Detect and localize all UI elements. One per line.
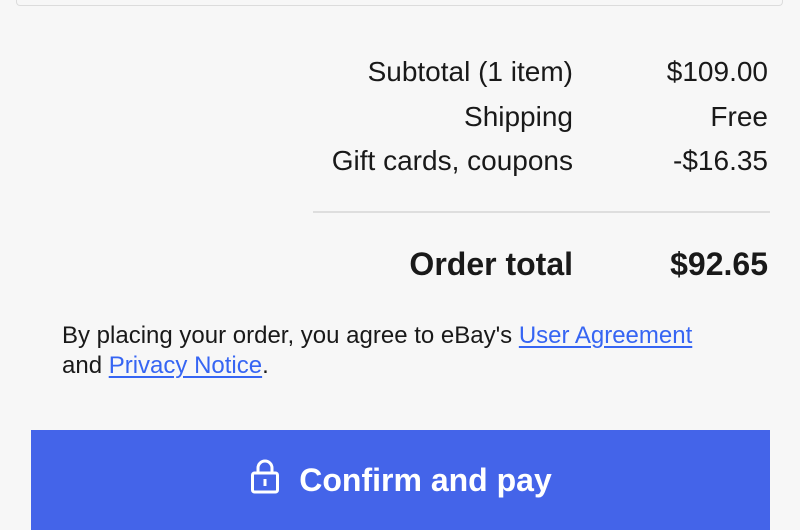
discounts-value: -$16.35 — [673, 145, 768, 176]
subtotal-value: $109.00 — [666, 56, 768, 87]
shipping-label: Shipping — [464, 100, 573, 132]
confirm-and-pay-button[interactable]: Confirm and pay — [31, 430, 770, 530]
previous-section-card — [16, 0, 783, 6]
shipping-value: Free — [710, 100, 768, 132]
summary-divider — [313, 211, 770, 213]
summary-row-subtotal: Subtotal (1 item) $109.00 — [300, 50, 770, 95]
subtotal-label: Subtotal (1 item) — [367, 56, 573, 87]
legal-text-middle: and — [62, 352, 109, 379]
lock-icon — [249, 458, 281, 494]
order-total-value: $92.65 — [670, 246, 768, 282]
order-total-label: Order total — [409, 246, 573, 282]
order-summary: Subtotal (1 item) $109.00 Shipping Free … — [300, 50, 770, 184]
summary-row-shipping: Shipping Free — [300, 95, 770, 140]
order-total-row: Order total $92.65 — [300, 241, 770, 287]
user-agreement-link[interactable]: User Agreement — [519, 322, 692, 349]
privacy-notice-link[interactable]: Privacy Notice — [109, 352, 262, 379]
legal-text-after: . — [262, 352, 269, 379]
discounts-label: Gift cards, coupons — [331, 145, 573, 176]
legal-notice: By placing your order, you agree to eBay… — [62, 321, 762, 381]
summary-row-discounts: Gift cards, coupons -$16.35 — [300, 139, 770, 184]
legal-text-before: By placing your order, you agree to eBay… — [62, 322, 519, 349]
confirm-and-pay-label: Confirm and pay — [299, 462, 552, 498]
